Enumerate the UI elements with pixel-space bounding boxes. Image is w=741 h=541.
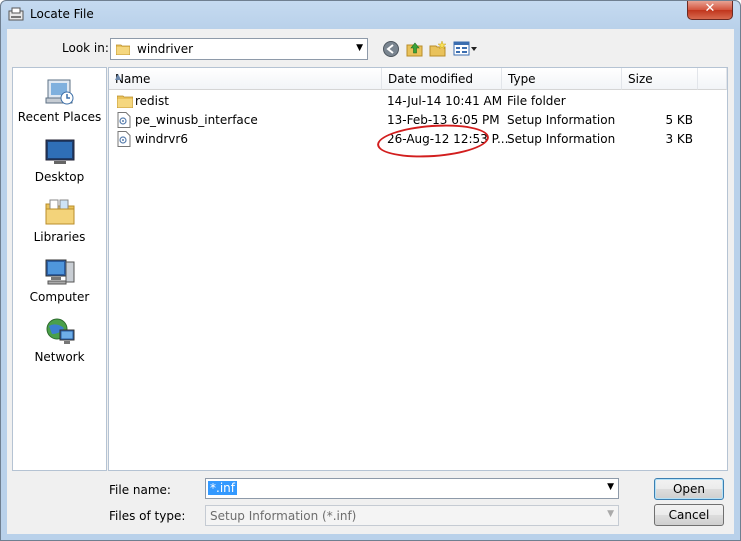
file-name: pe_winusb_interface: [135, 113, 258, 127]
file-name: windrvr6: [135, 132, 188, 146]
file-date: 14-Jul-14 10:41 AM: [387, 94, 503, 108]
file-type-select[interactable]: Setup Information (*.inf) ▼: [205, 505, 619, 526]
chevron-down-icon[interactable]: ▼: [356, 43, 363, 53]
look-in-value: windriver: [137, 42, 194, 56]
file-name-input[interactable]: *.inf ▼: [205, 478, 619, 499]
window-title: Locate File: [30, 7, 94, 21]
view-menu-icon[interactable]: [453, 40, 479, 58]
file-row[interactable]: redist 14-Jul-14 10:41 AM File folder: [109, 92, 727, 111]
file-name-label: File name:: [109, 483, 171, 497]
computer-icon: [45, 259, 74, 285]
file-name-value: *.inf: [208, 481, 237, 495]
close-button[interactable]: ✕: [687, 1, 733, 20]
desktop-icon: [45, 139, 74, 164]
column-header-label: Date modified: [388, 72, 474, 86]
setup-file-icon: [117, 131, 131, 147]
column-header-type[interactable]: Type: [502, 68, 622, 90]
column-header-label: Size: [628, 72, 653, 86]
open-button[interactable]: Open: [654, 478, 724, 500]
file-type-value: Setup Information (*.inf): [210, 509, 357, 523]
place-label: Libraries: [33, 230, 86, 244]
title-bar[interactable]: Locate File ✕: [1, 1, 740, 29]
file-size: 5 KB: [665, 113, 693, 127]
place-computer[interactable]: Computer: [13, 256, 106, 304]
back-icon[interactable]: [382, 40, 400, 58]
file-size: 3 KB: [665, 132, 693, 146]
file-type: Setup Information: [507, 113, 616, 127]
look-in-label: Look in:: [62, 41, 109, 55]
column-header-name[interactable]: Name ▲: [109, 68, 382, 90]
folder-icon: [116, 44, 130, 55]
column-header-filler: [698, 68, 727, 90]
sort-ascending-icon: ▲: [115, 72, 122, 81]
folder-icon: [117, 95, 133, 108]
file-type: Setup Information: [507, 132, 616, 146]
close-icon: ✕: [704, 1, 716, 16]
locate-file-dialog: Locate File ✕ Look in: windriver ▼ Recen…: [0, 0, 741, 541]
app-icon: [8, 7, 24, 21]
chevron-down-icon[interactable]: ▼: [607, 482, 614, 492]
place-label: Network: [34, 350, 85, 364]
dialog-body: Look in: windriver ▼ Recent Places Deskt…: [7, 29, 734, 534]
file-name: redist: [135, 94, 169, 108]
column-header-date[interactable]: Date modified: [382, 68, 502, 90]
place-desktop[interactable]: Desktop: [13, 136, 106, 184]
new-folder-icon[interactable]: [429, 40, 447, 58]
place-network[interactable]: Network: [13, 316, 106, 364]
look-in-combo[interactable]: windriver ▼: [110, 38, 368, 60]
column-header-size[interactable]: Size: [622, 68, 698, 90]
libraries-icon: [45, 199, 74, 225]
recent-places-icon: [45, 79, 73, 105]
place-libraries[interactable]: Libraries: [13, 196, 106, 244]
place-label: Recent Places: [17, 110, 102, 124]
chevron-down-icon[interactable]: ▼: [607, 509, 614, 519]
cancel-button[interactable]: Cancel: [654, 504, 724, 526]
setup-file-icon: [117, 112, 131, 128]
place-label: Desktop: [34, 170, 85, 184]
column-header-label: Type: [508, 72, 536, 86]
place-recent-places[interactable]: Recent Places: [13, 76, 106, 124]
up-folder-icon[interactable]: [406, 40, 424, 58]
file-type-label: Files of type:: [109, 509, 186, 523]
network-icon: [46, 318, 74, 344]
file-type: File folder: [507, 94, 566, 108]
places-bar: Recent Places Desktop Libraries Computer…: [12, 67, 107, 471]
place-label: Computer: [29, 290, 90, 304]
